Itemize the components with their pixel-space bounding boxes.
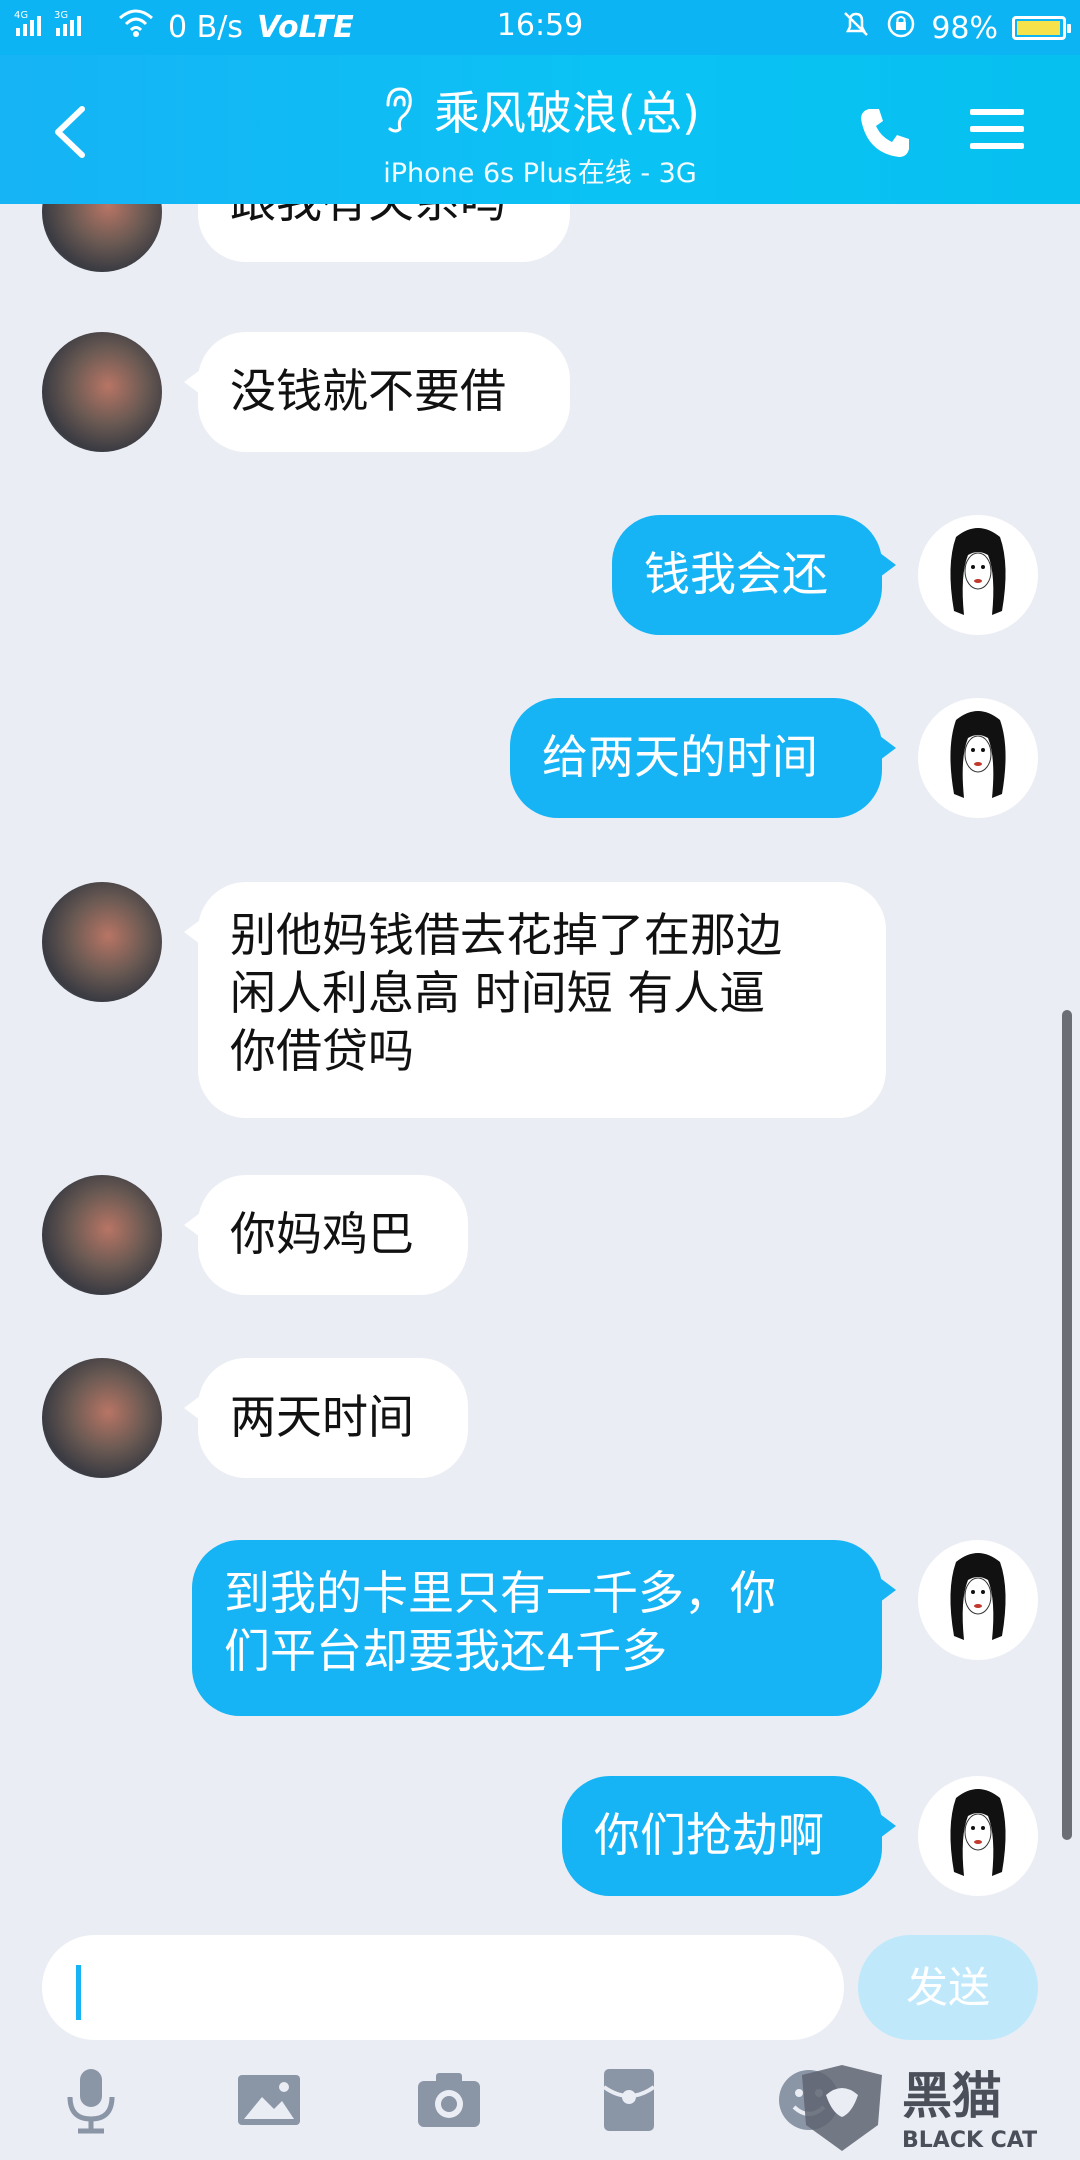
message-list[interactable]: 跟我有关系吗 没钱就不要借 钱我会还 给两天的时间 别他妈钱借去花掉了在那边 闲…	[0, 204, 1080, 1924]
contact-avatar[interactable]	[42, 1175, 162, 1295]
contact-avatar[interactable]	[42, 332, 162, 452]
message-bubble[interactable]: 跟我有关系吗	[198, 204, 570, 262]
message-bubble[interactable]: 你们抢劫啊	[562, 1776, 896, 1896]
scrollbar[interactable]	[1062, 1010, 1072, 1840]
status-bar: 4G 3G 0 B/s VoLTE 16:59 98%	[0, 0, 1080, 55]
chat-header: 乘风破浪(总) iPhone 6s Plus在线 - 3G	[0, 55, 1080, 204]
watermark-text: 黑猫	[902, 2067, 1002, 2125]
message-bubble[interactable]: 两天时间	[184, 1358, 468, 1478]
contact-status: iPhone 6s Plus在线 - 3G	[383, 158, 697, 189]
text-caret	[76, 1965, 81, 2020]
message-bubble[interactable]: 别他妈钱借去花掉了在那边 闲人利息高 时间短 有人逼 你借贷吗	[184, 882, 886, 1118]
message-bubble[interactable]: 钱我会还	[612, 515, 896, 635]
menu-icon[interactable]	[970, 105, 1024, 153]
phone-call-icon[interactable]	[855, 103, 915, 163]
bell-muted-icon	[841, 9, 871, 47]
battery-percent: 98%	[931, 10, 998, 46]
ear-icon	[386, 87, 412, 133]
rotation-lock-icon	[885, 8, 917, 48]
title-block: 乘风破浪(总) iPhone 6s Plus在线 - 3G	[0, 77, 1080, 190]
self-avatar[interactable]	[918, 1776, 1038, 1896]
message-bubble[interactable]: 到我的卡里只有一千多，你 们平台却要我还4千多	[192, 1540, 896, 1716]
message-bubble[interactable]: 给两天的时间	[510, 698, 896, 818]
message-bubble[interactable]: 没钱就不要借	[184, 332, 570, 452]
title-row: 乘风破浪(总)	[380, 77, 700, 143]
message-input[interactable]	[42, 1935, 844, 2040]
input-bar: 发送 黑猫 BLACK CAT	[0, 1925, 1080, 2160]
watermark-subtext: BLACK CAT	[902, 2128, 1037, 2153]
self-avatar[interactable]	[918, 698, 1038, 818]
red-packet-icon[interactable]	[594, 2065, 664, 2135]
contact-name: 乘风破浪(总)	[434, 86, 700, 140]
self-avatar[interactable]	[918, 515, 1038, 635]
image-icon[interactable]	[234, 2065, 304, 2135]
contact-avatar[interactable]	[42, 1358, 162, 1478]
battery-icon	[1012, 16, 1071, 40]
microphone-icon[interactable]	[56, 2065, 126, 2135]
camera-icon[interactable]	[414, 2065, 484, 2135]
contact-avatar[interactable]	[42, 204, 162, 272]
message-bubble[interactable]: 你妈鸡巴	[184, 1175, 468, 1295]
self-avatar[interactable]	[918, 1540, 1038, 1660]
contact-avatar[interactable]	[42, 882, 162, 1002]
watermark-logo: 黑猫 BLACK CAT	[792, 2055, 1072, 2155]
send-button[interactable]: 发送	[858, 1935, 1038, 2040]
status-right: 98%	[841, 8, 1071, 48]
